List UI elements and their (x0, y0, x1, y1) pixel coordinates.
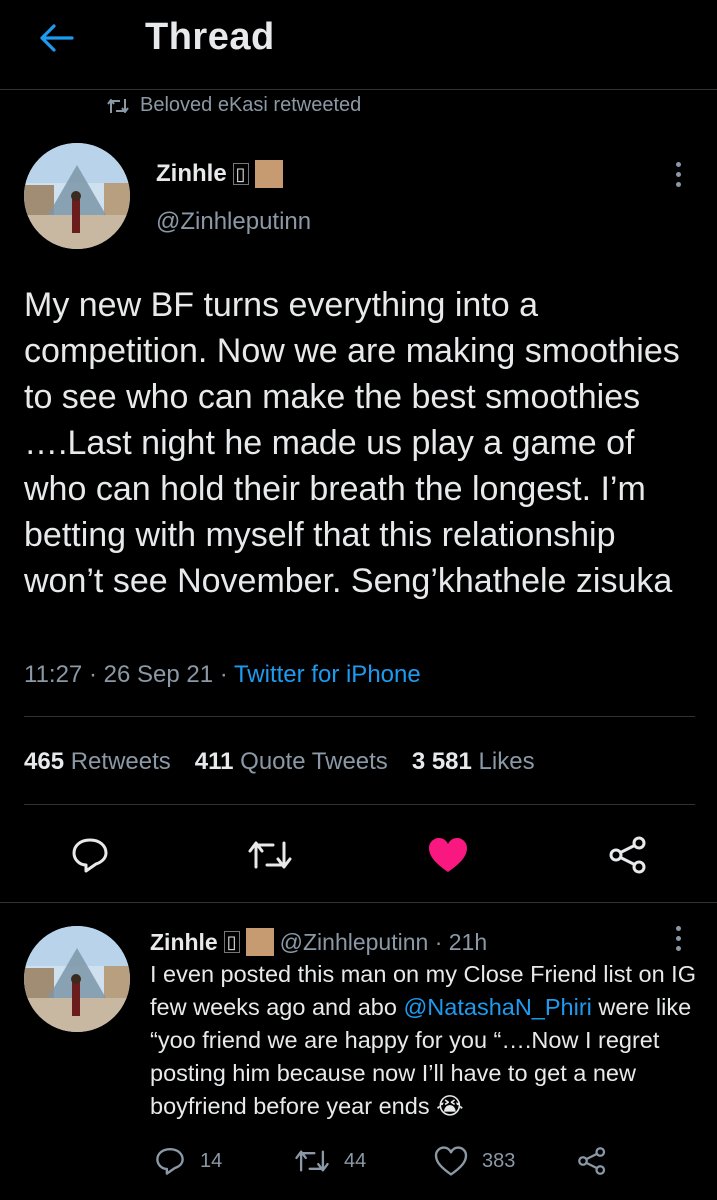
share-button[interactable] (604, 832, 652, 878)
more-vertical-icon (676, 926, 681, 931)
more-dot (676, 936, 681, 941)
more-options-button[interactable] (676, 162, 681, 187)
top-bar: Thread (0, 0, 717, 76)
reply-retweet-button[interactable]: 44 (294, 1147, 434, 1175)
likes-label: Likes (478, 748, 535, 775)
retweet-count: 44 (344, 1149, 367, 1172)
tweet-date: 26 Sep 21 (103, 661, 214, 688)
quotes-count: 411 (194, 748, 234, 775)
share-icon (609, 836, 646, 874)
tweet-meta: 11:27 · 26 Sep 21 · Twitter for iPhone (24, 661, 421, 688)
reply-author-name[interactable]: Zinhle (150, 929, 218, 956)
reply-like-button[interactable]: 383 (434, 1146, 576, 1176)
page-title: Thread (145, 16, 275, 58)
reply-share-button[interactable] (576, 1146, 608, 1176)
reply-button[interactable] (66, 834, 114, 876)
author-handle: @Zinhleputinn (156, 208, 312, 235)
more-dot (676, 182, 681, 187)
tweet-source-link[interactable]: Twitter for iPhone (234, 661, 421, 688)
more-dot (676, 172, 681, 177)
avatar-image (24, 926, 130, 1032)
likes-count: 3 581 (411, 748, 472, 775)
actions-divider (0, 902, 717, 903)
avatar[interactable] (24, 143, 130, 249)
retweet-banner: Beloved eKasi retweeted (106, 94, 361, 117)
quotes-stat[interactable]: 411 Quote Tweets (195, 748, 388, 776)
more-dot (676, 946, 681, 951)
tweet-author[interactable]: Zinhle ▯ (156, 160, 283, 188)
reply-handle-time: @Zinhleputinn · 21h (279, 928, 488, 955)
reply-reply-button[interactable]: 14 (154, 1146, 294, 1176)
reply-icon (156, 1147, 184, 1175)
skin-tone-emoji (245, 928, 274, 956)
tweet-time: 11:27 (24, 661, 83, 688)
skin-tone-emoji (254, 160, 283, 188)
retweets-stat[interactable]: 465 Retweets (24, 748, 171, 776)
back-button[interactable] (36, 20, 76, 56)
like-button[interactable] (424, 833, 472, 877)
retweet-banner-label: Beloved eKasi retweeted (140, 94, 362, 116)
more-vertical-icon (676, 162, 681, 167)
likes-stat[interactable]: 3 581 Likes (412, 748, 535, 776)
missing-glyph: ▯ (223, 931, 240, 953)
author-name: Zinhle (156, 160, 227, 187)
meta-divider (24, 716, 695, 717)
crying-emoji: 😭 (436, 1093, 464, 1119)
reply-avatar[interactable] (24, 926, 130, 1032)
header-divider (0, 89, 717, 90)
retweet-icon (107, 98, 129, 113)
mention-link[interactable]: @NatashaN_Phiri (403, 994, 591, 1020)
retweets-count: 465 (24, 748, 65, 775)
reply-text: I even posted this man on my Close Frien… (150, 958, 705, 1123)
reply-header: Zinhle ▯ @Zinhleputinn · 21h (150, 928, 487, 956)
like-count: 383 (482, 1149, 516, 1172)
retweet-icon (248, 841, 292, 869)
quotes-label: Quote Tweets (240, 748, 388, 775)
stats-divider (24, 804, 695, 805)
tweet-text: My new BF turns everything into a compet… (24, 286, 680, 600)
share-icon (578, 1147, 606, 1175)
retweet-button[interactable] (244, 834, 296, 876)
reply-actions: 14 44 383 (154, 1146, 608, 1176)
missing-glyph: ▯ (232, 163, 249, 185)
avatar-image (24, 143, 130, 249)
reply-count: 14 (200, 1149, 223, 1172)
retweet-icon (295, 1150, 329, 1172)
reply-more-options-button[interactable] (676, 926, 681, 951)
reply-icon (72, 838, 108, 873)
heart-icon (429, 838, 467, 872)
arrow-left-icon (40, 24, 74, 52)
retweets-label: Retweets (70, 748, 171, 775)
heart-icon (434, 1146, 468, 1176)
tweet-stats: 465 Retweets 411 Quote Tweets 3 581 Like… (24, 748, 535, 776)
